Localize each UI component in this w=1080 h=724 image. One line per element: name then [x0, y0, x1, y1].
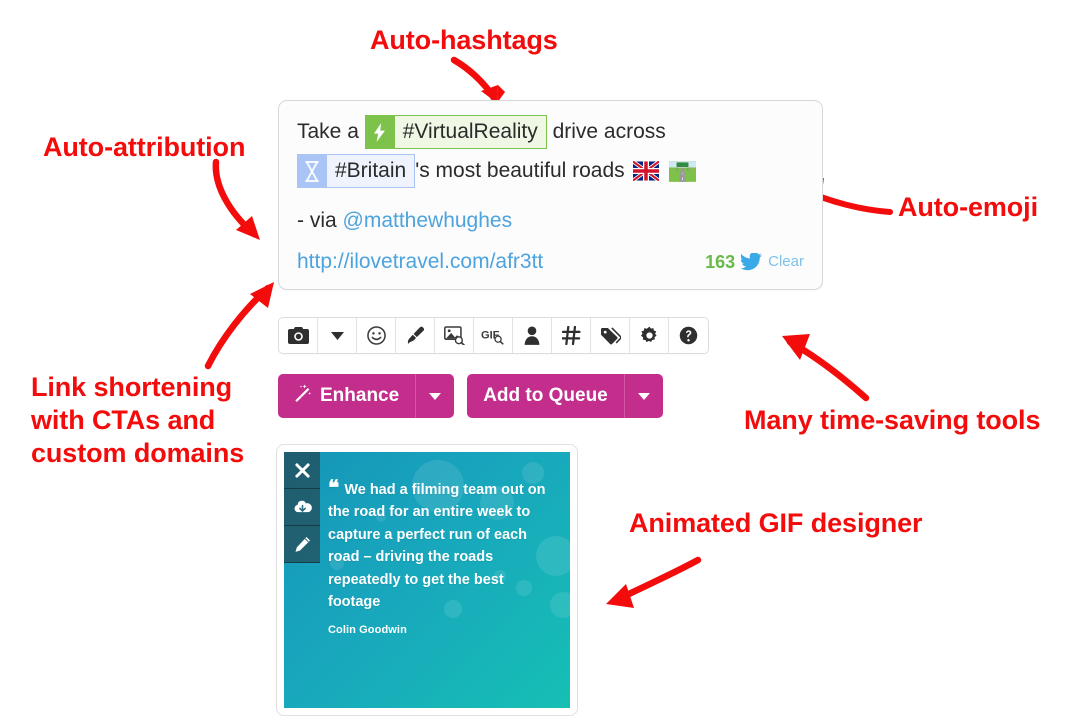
via-prefix: - via — [297, 209, 343, 233]
help-icon[interactable] — [669, 318, 708, 353]
enhance-label: Enhance — [320, 385, 400, 406]
tag-icon[interactable] — [591, 318, 630, 353]
gif-designer-card[interactable]: ❝ We had a filming team out on the road f… — [276, 444, 578, 716]
hashtag-suggestion-virtualreality[interactable]: #VirtualReality — [364, 115, 547, 149]
text-after-hashtag: drive across — [546, 120, 666, 143]
twitter-bird-icon — [741, 253, 762, 271]
mention-link[interactable]: @matthewhughes — [343, 209, 513, 232]
camera-icon[interactable] — [279, 318, 318, 353]
enhance-button-group[interactable]: Enhance — [278, 374, 455, 418]
composer-url-row: http://ilovetravel.com/afr3tt 163 Clear — [297, 245, 804, 279]
arrow-to-toolbar — [770, 326, 880, 406]
chevron-down-icon — [429, 392, 442, 400]
composer-actions[interactable]: Enhance Add to Queue — [278, 374, 663, 418]
quote-mark-icon: ❝ — [328, 477, 340, 500]
composer-toolbar[interactable]: GIF — [278, 317, 709, 354]
character-count: 163 — [705, 251, 736, 272]
composer-card[interactable]: Take a #VirtualReality drive across #Bri… — [278, 100, 823, 291]
close-icon[interactable] — [284, 452, 320, 489]
annotation-link-shortening: Link shortening with CTAs and custom dom… — [31, 372, 245, 468]
queue-button-group[interactable]: Add to Queue — [467, 374, 663, 418]
annotation-auto-emoji: Auto-emoji — [898, 192, 1038, 222]
person-icon[interactable] — [513, 318, 552, 353]
hashtag-label: #Britain — [327, 154, 416, 189]
smiley-icon[interactable] — [357, 318, 396, 353]
gif-preview[interactable]: ❝ We had a filming team out on the road f… — [284, 452, 570, 708]
annotation-auto-hashtags: Auto-hashtags — [370, 25, 558, 55]
lightning-bolt-icon — [364, 115, 395, 149]
composer-line-1: Take a #VirtualReality drive across — [297, 115, 804, 149]
hashtag-icon[interactable] — [552, 318, 591, 353]
composer-text[interactable]: Take a #VirtualReality drive across #Bri… — [297, 115, 804, 279]
arrow-to-hashtag — [440, 56, 530, 106]
motorway-emoji — [668, 160, 696, 182]
queue-dropdown-button[interactable] — [623, 374, 663, 418]
arrow-to-short-url — [196, 276, 286, 372]
add-to-queue-button[interactable]: Add to Queue — [467, 374, 624, 418]
annotation-animated-gif-designer: Animated GIF designer — [629, 508, 923, 538]
clear-button[interactable]: Clear — [768, 250, 804, 274]
arrow-to-gif-designer — [598, 552, 710, 612]
chevron-down-icon — [637, 392, 650, 400]
text-after-hashtag-2: 's most beautiful roads — [415, 159, 625, 183]
magic-wand-icon — [294, 384, 312, 408]
gear-icon[interactable] — [630, 318, 669, 353]
arrow-to-attribution — [208, 158, 288, 252]
screenshot-stage: Auto-hashtags Auto-attribution Auto-emoj… — [0, 0, 1080, 724]
annotation-auto-attribution: Auto-attribution — [43, 132, 246, 162]
pencil-icon[interactable] — [284, 526, 320, 563]
gif-search-icon[interactable]: GIF — [474, 318, 513, 353]
chevron-down-icon[interactable] — [318, 318, 357, 353]
enhance-dropdown-button[interactable] — [415, 374, 455, 418]
cloud-download-icon[interactable] — [284, 489, 320, 526]
paintbrush-icon[interactable] — [396, 318, 435, 353]
composer-line-2: #Britain 's most beautiful roads — [297, 154, 804, 189]
hashtag-label: #VirtualReality — [394, 115, 547, 149]
gif-quote-text: ❝ We had a filming team out on the road f… — [328, 477, 556, 614]
annotation-time-saving-tools: Many time-saving tools — [744, 405, 1041, 435]
hashtag-suggestion-britain[interactable]: #Britain — [297, 154, 416, 189]
add-to-queue-label: Add to Queue — [483, 385, 608, 406]
image-search-icon[interactable] — [435, 318, 474, 353]
enhance-button[interactable]: Enhance — [278, 374, 416, 418]
short-url-link[interactable]: http://ilovetravel.com/afr3tt — [297, 245, 543, 279]
gif-quote-body: We had a filming team out on the road fo… — [328, 482, 546, 611]
composer-attribution-line: - via @matthewhughes — [297, 204, 804, 238]
gif-quote-author: Colin Goodwin — [328, 624, 407, 636]
uk-flag-emoji — [632, 161, 659, 182]
composer-meta: 163 Clear — [705, 248, 804, 279]
hourglass-icon — [297, 154, 327, 189]
text-before-hashtag: Take a — [297, 120, 365, 143]
gif-tool-rail[interactable] — [284, 452, 320, 563]
